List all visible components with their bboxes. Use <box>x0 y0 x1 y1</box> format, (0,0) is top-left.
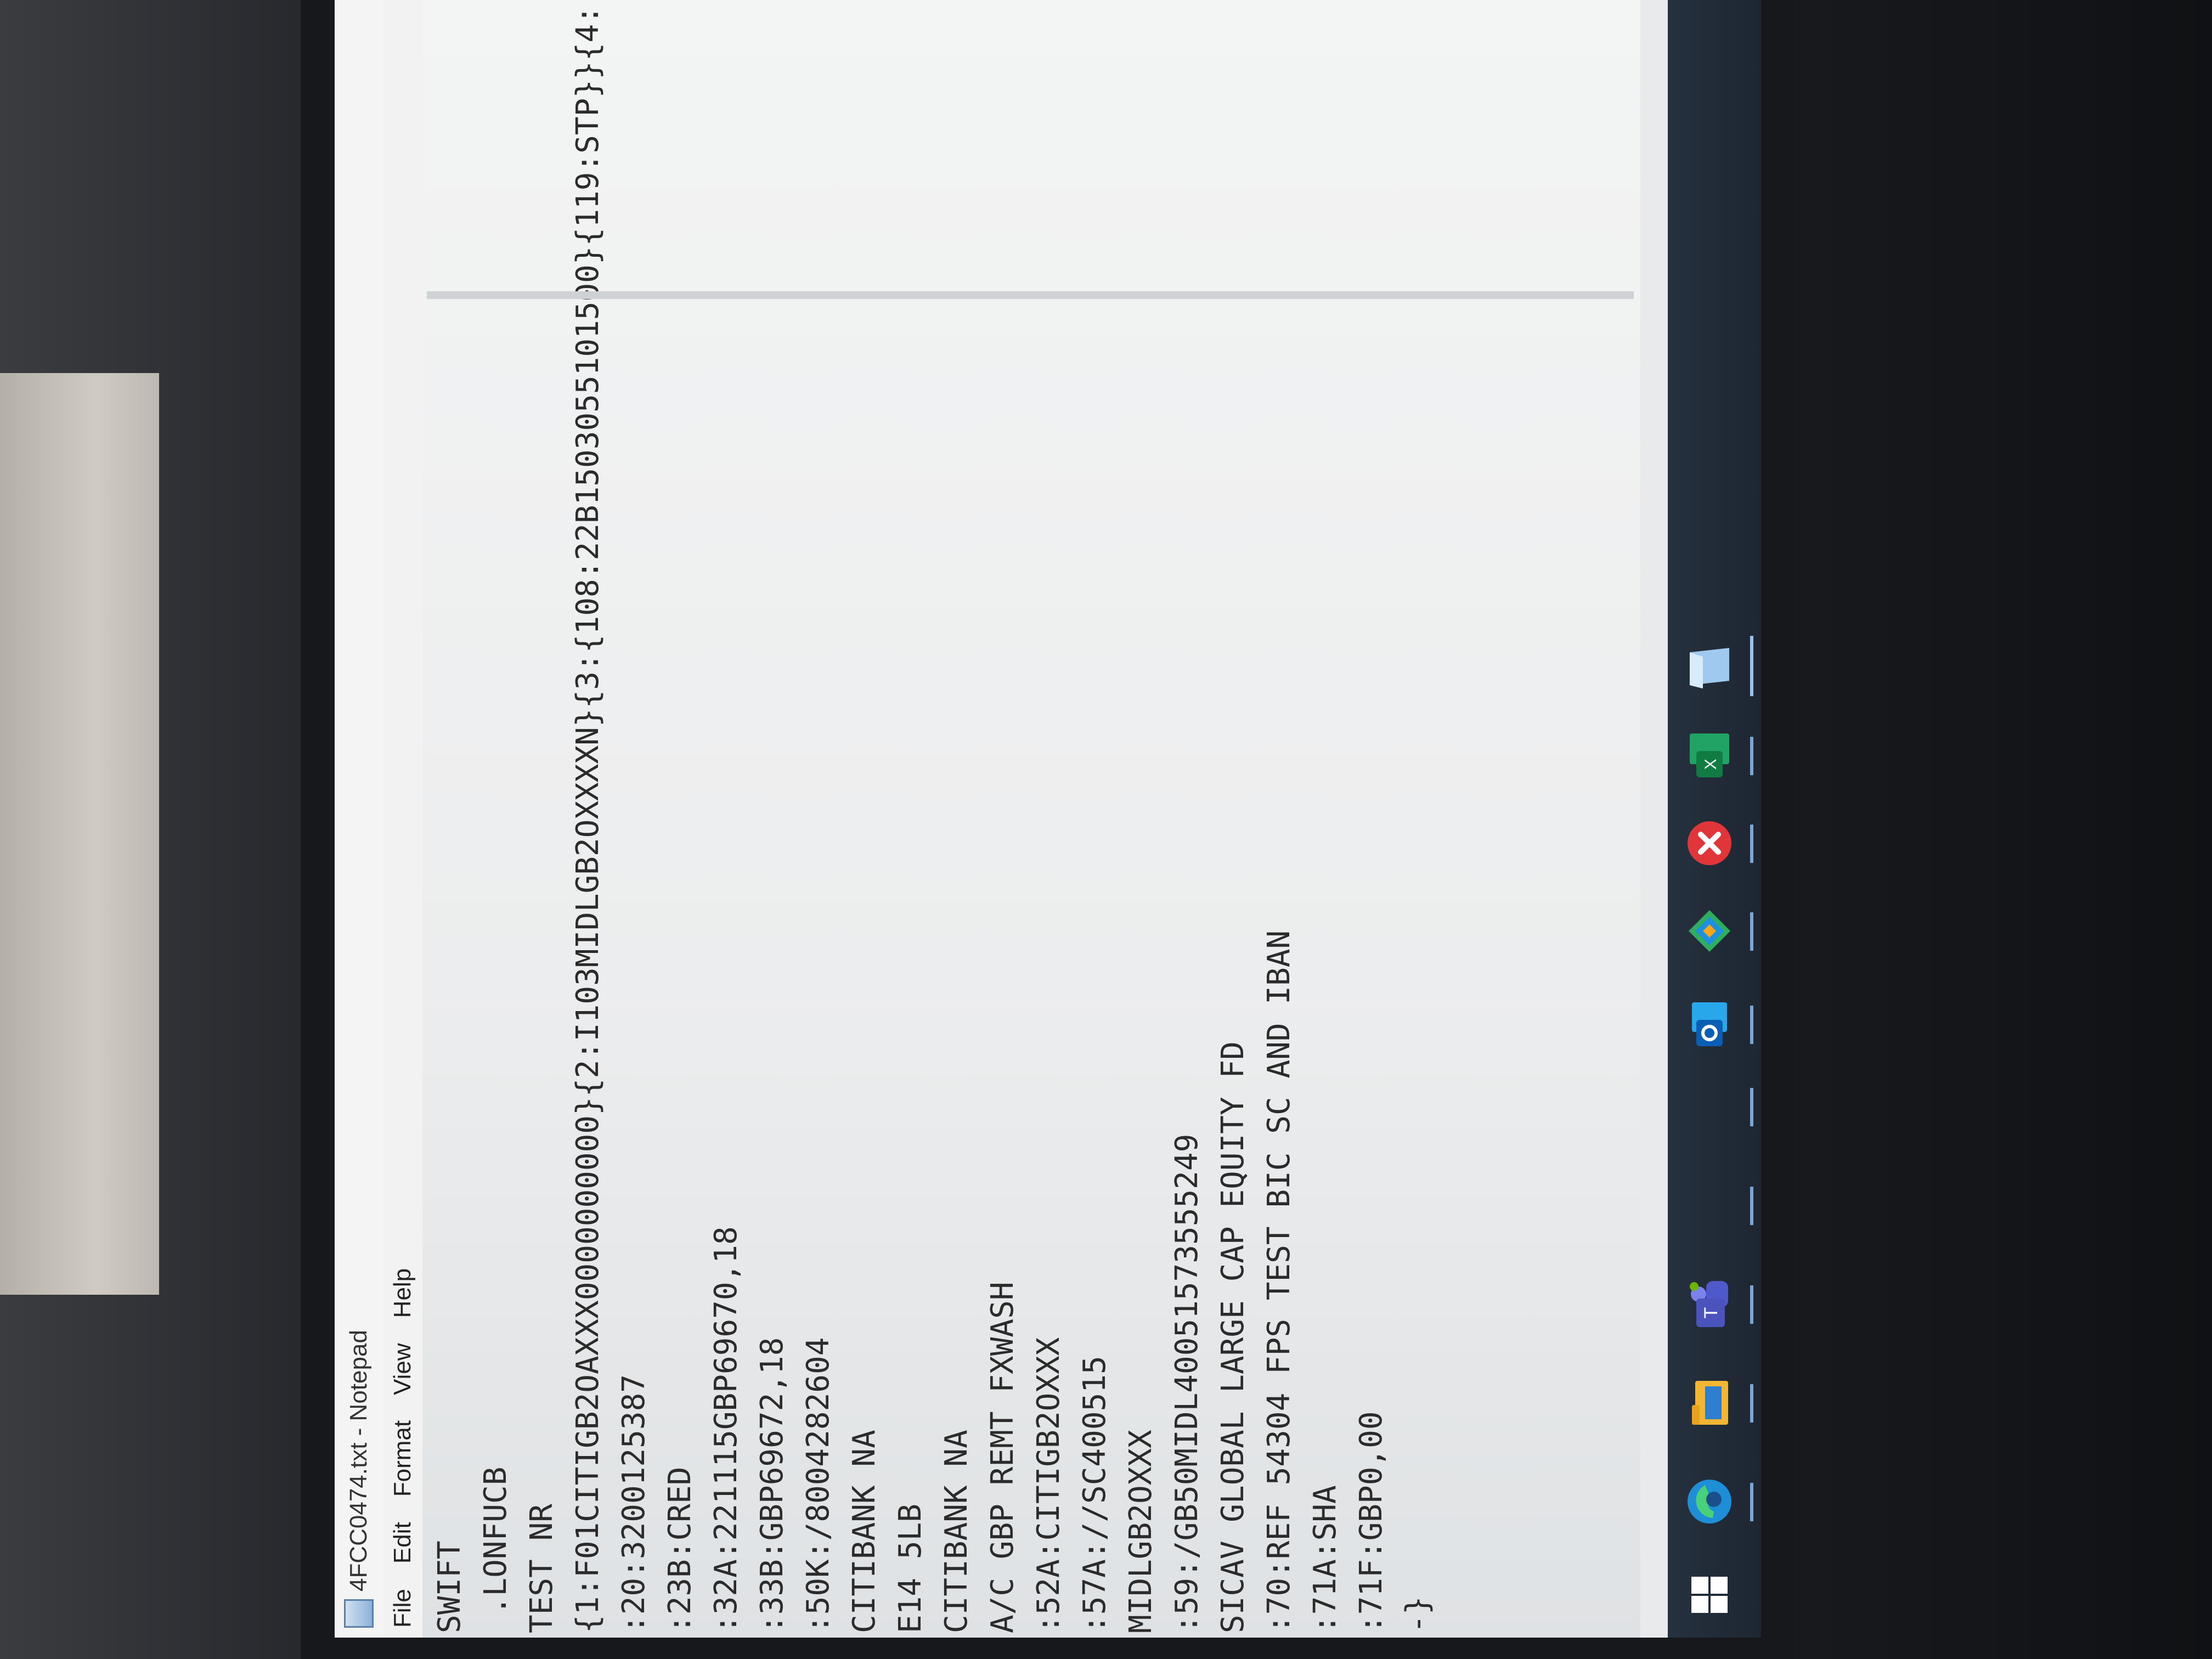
explorer-active-indicator <box>1750 1384 1753 1423</box>
notepad-icon[interactable] <box>1683 641 1736 694</box>
outlook-active-indicator <box>1750 1006 1753 1044</box>
edge-active-indicator <box>1750 1483 1753 1521</box>
text-line: TEST NR <box>524 1503 560 1633</box>
text-line: :20:3200125387 <box>616 1374 652 1633</box>
notepad-app-icon <box>344 1599 374 1628</box>
file-explorer-icon[interactable] <box>1683 1376 1736 1429</box>
text-line: .LONFUCB <box>478 1466 514 1633</box>
text-line: :33B:GBP69672,18 <box>754 1337 790 1633</box>
menu-help[interactable]: Help <box>389 1265 416 1322</box>
text-line: :71F:GBP0,00 <box>1353 1411 1389 1633</box>
svg-text:X: X <box>1702 759 1720 770</box>
app-launcher-icon[interactable] <box>1683 905 1736 957</box>
text-line: :71A:SHA <box>1307 1485 1343 1633</box>
text-line: :57A://SC400515 <box>1077 1356 1113 1633</box>
text-line: SWIFT <box>432 1541 467 1633</box>
text-line: MIDLGB2OXXX <box>1123 1430 1159 1633</box>
notepad-window: 4FCC0474.txt - Notepad File Edit Format … <box>335 0 1640 1638</box>
menu-view[interactable]: View <box>389 1340 416 1398</box>
text-line: -} <box>1400 1596 1435 1633</box>
error-app-active-indicator <box>1750 825 1753 863</box>
launcher-active-indicator <box>1750 912 1753 951</box>
svg-text:T: T <box>1701 1307 1722 1319</box>
text-line: :23B:CRED <box>662 1466 698 1633</box>
text-line: SICAV GLOBAL LARGE CAP EQUITY FD <box>1215 1041 1251 1633</box>
text-line: {1:F01CITIGB2OAXXX0000000000}{2:I103MIDL… <box>570 5 606 1633</box>
edge-browser-icon[interactable] <box>1683 1475 1736 1528</box>
text-line: A/C GBP REMT FXWASH <box>985 1282 1020 1633</box>
paper-sheet <box>0 373 159 1295</box>
text-line: E14 5LB <box>893 1503 928 1633</box>
menu-format[interactable]: Format <box>389 1417 416 1500</box>
taskbar: T X <box>1668 0 1761 1638</box>
menu-edit[interactable]: Edit <box>389 1519 416 1567</box>
window-title: 4FCC0474.txt - Notepad <box>345 1330 372 1592</box>
text-line: :52A:CITIGB2OXXX <box>1031 1337 1066 1633</box>
menu-file[interactable]: File <box>389 1585 416 1631</box>
keyboard-area <box>1761 0 2212 1659</box>
text-editor[interactable]: SWIFT .LONFUCB TEST NR {1:F01CITIGB2OAXX… <box>427 5 1634 1638</box>
windows-start-icon[interactable] <box>1683 1568 1736 1621</box>
taskbar-slot-indicator <box>1750 1088 1753 1126</box>
excel-active-indicator <box>1750 737 1753 775</box>
text-line: CITIBANK NA <box>847 1430 882 1633</box>
taskbar-slot-indicator <box>1750 1187 1753 1225</box>
teams-icon[interactable]: T <box>1683 1278 1736 1330</box>
notepad-active-indicator <box>1750 636 1753 696</box>
text-line: :70:REF 54304 FPS TEST BIC SC AND IBAN <box>1261 930 1297 1633</box>
excel-icon[interactable]: X <box>1683 729 1736 782</box>
text-line: :32A:221115GBP69670,18 <box>708 1226 744 1633</box>
text-line: CITIBANK NA <box>939 1430 974 1633</box>
teams-active-indicator <box>1750 1285 1753 1324</box>
title-bar[interactable]: 4FCC0474.txt - Notepad <box>335 0 383 1638</box>
error-app-icon[interactable] <box>1683 817 1736 870</box>
text-line: :59:/GB50MIDL40051573555249 <box>1169 1133 1205 1633</box>
vertical-scrollbar[interactable] <box>427 291 1634 299</box>
menu-bar: File Edit Format View Help <box>383 0 422 1638</box>
text-line: :50K:/8004282604 <box>800 1337 836 1633</box>
outlook-icon[interactable] <box>1683 998 1736 1051</box>
screen: 4FCC0474.txt - Notepad File Edit Format … <box>335 0 1761 1638</box>
